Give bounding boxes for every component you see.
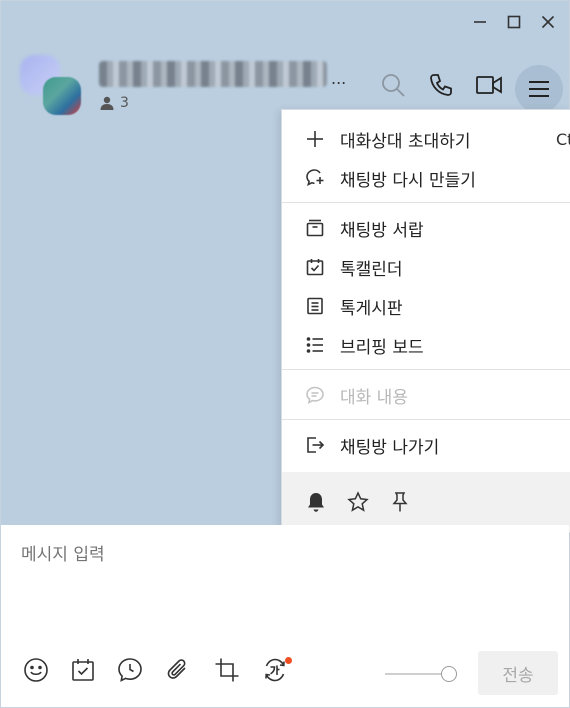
exit-icon <box>304 434 326 456</box>
minimize-icon[interactable] <box>465 9 495 35</box>
menu-item-briefing-board[interactable]: 브리핑 보드 <box>282 327 570 363</box>
menu-item-label: 톡캘린더 <box>340 259 403 280</box>
crop-icon[interactable] <box>212 655 242 685</box>
menu-item-chat-history: 대화 내용 <box>282 377 570 413</box>
menu-item-label: 대화상대 초대하기 <box>340 131 471 152</box>
menu-item-recreate-chat[interactable]: 채팅방 다시 만들기 <box>282 160 570 196</box>
menu-divider <box>282 202 570 203</box>
menu-item-leave-chat[interactable]: 채팅방 나가기 <box>282 427 570 463</box>
calendar-icon[interactable] <box>68 655 98 685</box>
plus-icon <box>304 128 326 150</box>
menu-divider <box>282 419 570 420</box>
menu-item-label: 채팅방 나가기 <box>340 437 440 458</box>
close-icon[interactable] <box>533 9 563 35</box>
list-icon <box>304 334 326 356</box>
person-icon <box>100 96 114 110</box>
search-icon[interactable] <box>377 69 409 101</box>
bell-icon[interactable] <box>302 488 330 516</box>
emoji-icon[interactable] <box>21 655 51 685</box>
phone-icon[interactable] <box>425 69 457 101</box>
video-icon[interactable] <box>473 69 505 101</box>
chat-title[interactable] <box>99 61 327 87</box>
translate-icon[interactable] <box>260 655 292 685</box>
menu-item-label: 채팅방 다시 만들기 <box>340 170 476 191</box>
menu-item-shortcut: Ct <box>556 129 570 149</box>
window-controls <box>465 9 563 35</box>
notification-dot <box>285 657 292 664</box>
clock-icon[interactable] <box>115 655 145 685</box>
header-toolbar <box>377 69 505 101</box>
menu-item-label: 톡게시판 <box>340 298 403 319</box>
menu-item-invite[interactable]: 대화상대 초대하기 Ct <box>282 121 570 157</box>
menu-item-calendar[interactable]: 톡캘린더 <box>282 249 570 285</box>
send-button[interactable]: 전송 <box>478 651 558 695</box>
member-count-value: 3 <box>120 95 129 111</box>
menu-item-label: 채팅방 서랍 <box>340 220 424 241</box>
drawer-icon <box>304 217 326 239</box>
menu-item-label: 대화 내용 <box>340 387 408 408</box>
opacity-slider-track[interactable] <box>385 673 449 675</box>
pin-icon[interactable] <box>386 488 414 516</box>
calendar-check-icon <box>304 256 326 278</box>
member-count[interactable]: 3 <box>99 95 129 111</box>
message-input-area: 전송 <box>1 525 569 707</box>
menu-divider <box>282 369 570 370</box>
title-ellipsis: ... <box>331 69 347 88</box>
chat-window: ... 3 대화상대 초대하기 C 채팅방 다시 만들기 채팅방 서랍 톡캘린더… <box>0 0 570 708</box>
board-icon <box>304 295 326 317</box>
message-input[interactable] <box>21 545 271 565</box>
chat-bubble-icon <box>304 384 326 406</box>
maximize-icon[interactable] <box>499 9 529 35</box>
menu-item-board[interactable]: 톡게시판 <box>282 288 570 324</box>
menu-icon[interactable] <box>515 65 563 113</box>
attach-icon[interactable] <box>163 655 193 685</box>
menu-item-drawer[interactable]: 채팅방 서랍 <box>282 210 570 246</box>
star-icon[interactable] <box>344 488 372 516</box>
chat-plus-icon <box>304 167 326 189</box>
opacity-slider-thumb[interactable] <box>441 666 457 682</box>
avatar[interactable] <box>43 77 81 115</box>
chat-menu-dropdown: 대화상대 초대하기 Ct 채팅방 다시 만들기 채팅방 서랍 톡캘린더 <box>281 109 570 533</box>
menu-item-label: 브리핑 보드 <box>340 337 424 358</box>
menu-footer <box>282 472 570 532</box>
